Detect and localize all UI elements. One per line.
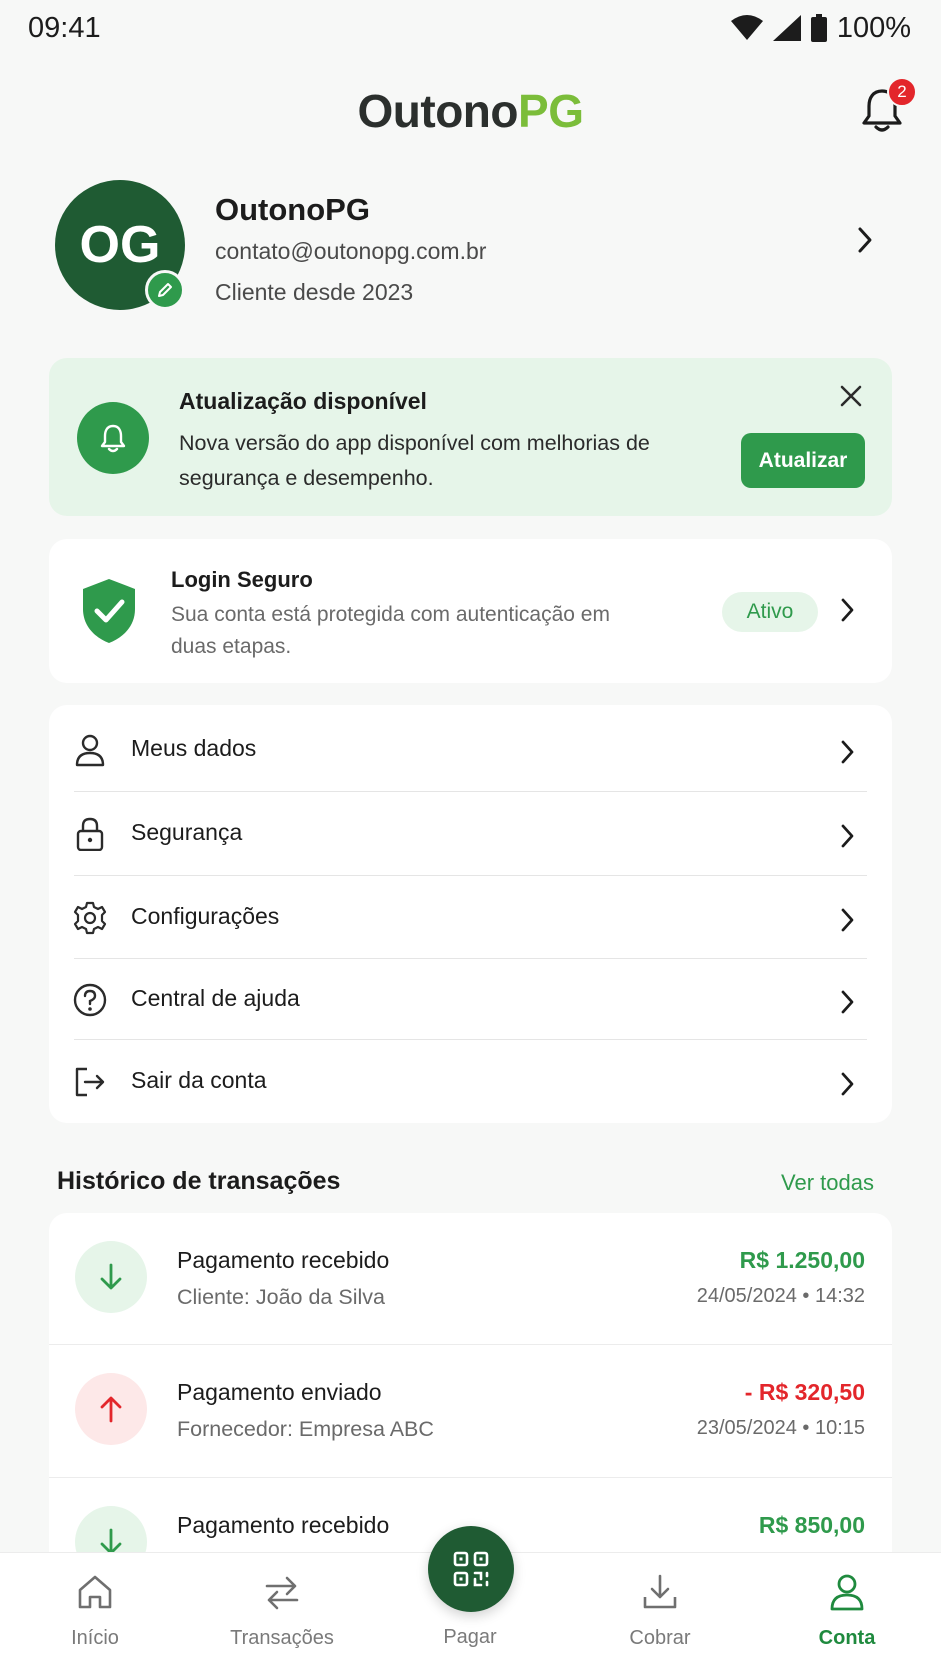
app-logo: OutonoPG	[0, 84, 941, 138]
transaction-row[interactable]: Pagamento recebido Cliente: João da Silv…	[49, 1213, 892, 1345]
update-button[interactable]: Atualizar	[741, 433, 865, 488]
nav-item-transacoes[interactable]: Transações	[202, 1553, 362, 1672]
profile-since: Cliente desde 2023	[215, 279, 414, 305]
app-header: OutonoPG	[0, 76, 941, 152]
pencil-icon	[158, 283, 172, 297]
nav-label: Cobrar	[629, 1627, 691, 1649]
lock-icon	[76, 817, 104, 851]
menu-item-sair-da-conta[interactable]: Sair da conta	[49, 1041, 892, 1124]
status-time: 09:41	[28, 11, 101, 44]
chevron-right-icon	[841, 824, 854, 848]
update-title: Atualização disponível	[179, 388, 427, 414]
status-bar: 09:41 100%	[0, 0, 941, 56]
menu-item-label: Central de ajuda	[131, 985, 300, 1011]
transactions-heading: Histórico de transações	[57, 1167, 341, 1195]
help-icon	[73, 983, 107, 1017]
transaction-subtitle: Cliente: João da Silva	[177, 1285, 385, 1309]
status-indicators: 100%	[730, 11, 911, 45]
nav-item-inicio[interactable]: Início	[15, 1553, 175, 1672]
transaction-title: Pagamento enviado	[177, 1379, 382, 1405]
qr-icon	[453, 1551, 489, 1587]
battery-level: 100%	[836, 11, 911, 44]
update-bell-icon	[77, 402, 149, 474]
logout-icon	[75, 1067, 105, 1097]
shield-check-icon	[83, 579, 135, 643]
menu-item-label: Meus dados	[131, 735, 257, 761]
transaction-row[interactable]: Pagamento enviado Fornecedor: Empresa AB…	[49, 1345, 892, 1477]
chevron-right-icon	[841, 740, 854, 764]
nav-label: Conta	[818, 1627, 876, 1649]
chevron-right-icon	[841, 908, 854, 932]
menu-item-label: Sair da conta	[131, 1067, 267, 1093]
menu-item-label: Segurança	[131, 819, 243, 845]
see-all-link[interactable]: Ver todas	[781, 1170, 874, 1196]
wifi-icon	[730, 15, 763, 40]
chevron-right-icon	[858, 227, 872, 253]
close-icon[interactable]	[839, 384, 863, 408]
profile-summary[interactable]: OG OutonoPG contato@outonopg.com.br Clie…	[55, 180, 895, 315]
menu-item-configuracoes[interactable]: Configurações	[49, 877, 892, 960]
download-icon	[643, 1574, 677, 1609]
transaction-amount: R$ 1.250,00	[739, 1247, 865, 1273]
menu-item-meus-dados[interactable]: Meus dados	[49, 709, 892, 792]
gear-icon	[73, 901, 107, 935]
menu-item-label: Configurações	[131, 903, 280, 929]
menu-divider	[74, 1039, 867, 1040]
pay-button[interactable]	[428, 1526, 514, 1612]
nav-label: Transações	[230, 1627, 334, 1649]
arrow-up-icon	[75, 1373, 147, 1445]
nav-item-cobrar[interactable]: Cobrar	[580, 1553, 740, 1672]
chevron-right-icon	[841, 1072, 854, 1096]
nav-label-pagar: Pagar	[443, 1626, 497, 1648]
signal-icon	[772, 15, 801, 41]
secure-login-title: Login Seguro	[171, 567, 313, 592]
status-badge: Ativo	[722, 592, 818, 632]
transaction-amount: R$ 850,00	[758, 1512, 865, 1538]
transaction-amount: - R$ 320,50	[744, 1379, 865, 1405]
profile-email: contato@outonopg.com.br	[215, 238, 487, 264]
transaction-date: 24/05/2024 • 14:32	[696, 1285, 865, 1307]
account-menu: Meus dados Segurança Configurações Centr…	[49, 705, 892, 1123]
nav-item-conta[interactable]: Conta	[767, 1553, 927, 1672]
home-icon	[78, 1575, 112, 1609]
menu-divider	[74, 875, 867, 876]
logo-text-dark: Outono	[357, 85, 519, 137]
nav-label: Início	[71, 1627, 119, 1649]
transfer-icon	[265, 1576, 299, 1610]
update-description: Nova versão do app disponível com melhor…	[179, 431, 650, 490]
transaction-subtitle: Fornecedor: Empresa ABC	[177, 1417, 434, 1441]
update-available-card: Atualização disponível Nova versão do ap…	[49, 358, 892, 516]
menu-divider	[74, 791, 867, 792]
arrow-down-icon	[75, 1241, 147, 1313]
edit-avatar-button[interactable]	[145, 270, 185, 310]
transaction-title: Pagamento recebido	[177, 1247, 390, 1273]
transaction-date: 23/05/2024 • 10:15	[696, 1417, 865, 1439]
battery-icon	[810, 14, 827, 42]
notification-badge: 2	[887, 77, 917, 107]
menu-item-seguranca[interactable]: Segurança	[49, 793, 892, 876]
user-icon	[830, 1574, 864, 1611]
chevron-right-icon	[841, 598, 854, 622]
chevron-right-icon	[841, 990, 854, 1014]
secure-login-card[interactable]: Login Seguro Sua conta está protegida co…	[49, 539, 892, 683]
logo-text-green: PG	[518, 85, 584, 137]
menu-item-central-de-ajuda[interactable]: Central de ajuda	[49, 959, 892, 1042]
user-icon	[75, 734, 105, 767]
profile-name: OutonoPG	[215, 192, 370, 227]
secure-login-description: Sua conta está protegida com autenticaçã…	[171, 603, 610, 658]
transaction-title: Pagamento recebido	[177, 1512, 390, 1538]
